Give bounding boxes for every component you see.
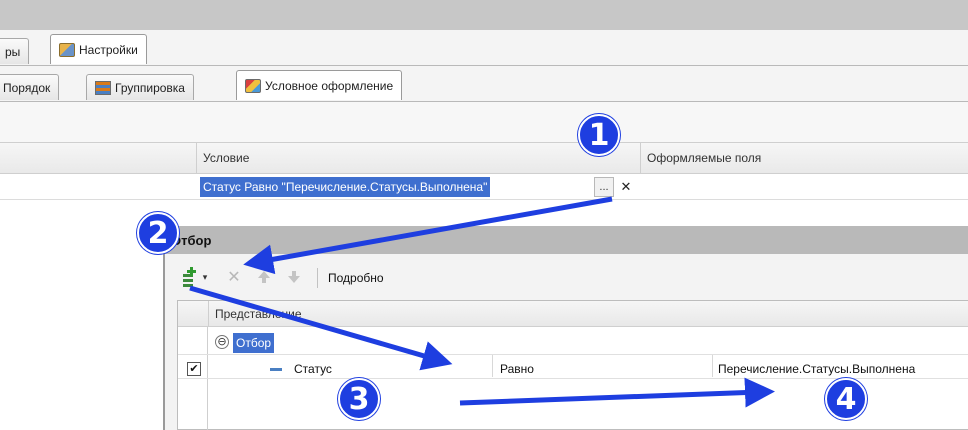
annotation-badge-4: 4 bbox=[825, 378, 867, 420]
annotation-badge-1: 1 bbox=[578, 114, 620, 156]
arrow-3-to-4 bbox=[459, 377, 775, 408]
arrow-2-to-3 bbox=[189, 285, 453, 371]
arrow-1-to-2 bbox=[243, 196, 613, 275]
annotation-badge-3: 3 bbox=[338, 378, 380, 420]
annotation-badge-2: 2 bbox=[137, 212, 179, 254]
